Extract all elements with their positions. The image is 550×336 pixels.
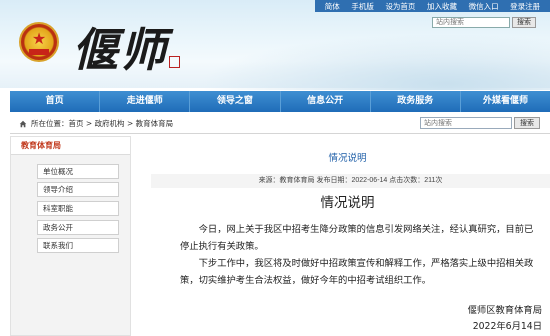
breadcrumb-link-home[interactable]: 首页 <box>69 119 84 128</box>
article-paragraph: 下步工作中，我区将及时做好中招政策宣传和解释工作，严格落实上级中招相关政策，切实… <box>180 255 542 289</box>
seal-stamp <box>169 56 180 68</box>
article-meta: 来源：教育体育局 发布日期：2022-06-14 点击次数：211次 <box>151 174 550 188</box>
main-nav: 首页 走进偃师 领导之窗 信息公开 政务服务 外媒看偃师 <box>10 91 550 112</box>
sidebar-item-departments[interactable]: 科室职能 <box>37 201 119 216</box>
nav-item-home[interactable]: 首页 <box>10 91 101 112</box>
site-logo-text: 偃师 <box>72 23 168 77</box>
nav-item-info-disclosure[interactable]: 信息公开 <box>281 91 371 112</box>
sidebar-item-disclosure[interactable]: 政务公开 <box>37 220 119 235</box>
article-title: 情况说明 <box>320 195 375 211</box>
breadcrumb-separator: > <box>83 119 95 128</box>
page: 简体 手机版 设为首页 加入收藏 微信入口 登录注册 ★ 偃师 搜索 首页 走进… <box>0 0 550 336</box>
article-paragraph-text: 下步工作中，我区将及时做好中招政策宣传和解释工作，严格落实上级中招相关政策，切实… <box>180 258 534 286</box>
header: 简体 手机版 设为首页 加入收藏 微信入口 登录注册 ★ 偃师 搜索 <box>0 0 550 90</box>
section-title: 情况说明 <box>328 153 367 164</box>
sidebar-item-overview[interactable]: 单位概况 <box>37 164 119 179</box>
breadcrumb-prefix: 所在位置： <box>31 119 69 128</box>
topbar-link-login[interactable]: 登录注册 <box>510 1 540 12</box>
breadcrumb-link-education-bureau[interactable]: 教育体育局 <box>136 119 174 128</box>
header-search-button[interactable]: 搜索 <box>512 17 536 28</box>
emblem-icon: ★ <box>19 22 59 62</box>
breadcrumb-link-gov-agencies[interactable]: 政府机构 <box>95 119 125 128</box>
topbar-link-wechat[interactable]: 微信入口 <box>469 1 499 12</box>
sidebar-item-leaders[interactable]: 领导介绍 <box>37 182 119 197</box>
article: 情况说明 来源：教育体育局 发布日期：2022-06-14 点击次数：211次 … <box>145 136 550 336</box>
article-signature: 偃师区教育体育局 <box>467 305 542 316</box>
site-search-input[interactable] <box>420 117 512 129</box>
header-search-input[interactable] <box>432 17 510 28</box>
sidebar-item-contact[interactable]: 联系我们 <box>37 238 119 253</box>
topbar-link-set-homepage[interactable]: 设为首页 <box>385 1 415 12</box>
sidebar-title: 教育体育局 <box>11 137 130 155</box>
breadcrumb-trail: 所在位置：首页 > 政府机构 > 教育体育局 <box>31 114 173 134</box>
topbar-link-mobile[interactable]: 手机版 <box>351 1 374 12</box>
topbar-link-favorites[interactable]: 加入收藏 <box>427 1 457 12</box>
article-date: 2022年6月14日 <box>472 321 542 332</box>
nav-item-about[interactable]: 走进偃师 <box>100 91 191 112</box>
topbar-link-simplified[interactable]: 简体 <box>325 1 340 12</box>
nav-item-gov-services[interactable]: 政务服务 <box>371 91 461 112</box>
breadcrumb-separator: > <box>124 119 136 128</box>
article-paragraph-text: 今日，网上关于我区中招考生降分政策的信息引发网络关注，经认真研究，目前已停止执行… <box>180 224 534 252</box>
home-icon <box>19 120 27 128</box>
nav-item-foreign-media[interactable]: 外媒看偃师 <box>461 91 550 112</box>
top-utility-bar: 简体 手机版 设为首页 加入收藏 微信入口 登录注册 <box>315 0 550 12</box>
sidebar: 教育体育局 单位概况 领导介绍 科室职能 政务公开 联系我们 <box>10 136 131 336</box>
article-paragraph: 今日，网上关于我区中招考生降分政策的信息引发网络关注，经认真研究，目前已停止执行… <box>180 221 542 255</box>
site-search-button[interactable]: 搜索 <box>514 117 540 129</box>
nav-item-leaders[interactable]: 领导之窗 <box>190 91 281 112</box>
